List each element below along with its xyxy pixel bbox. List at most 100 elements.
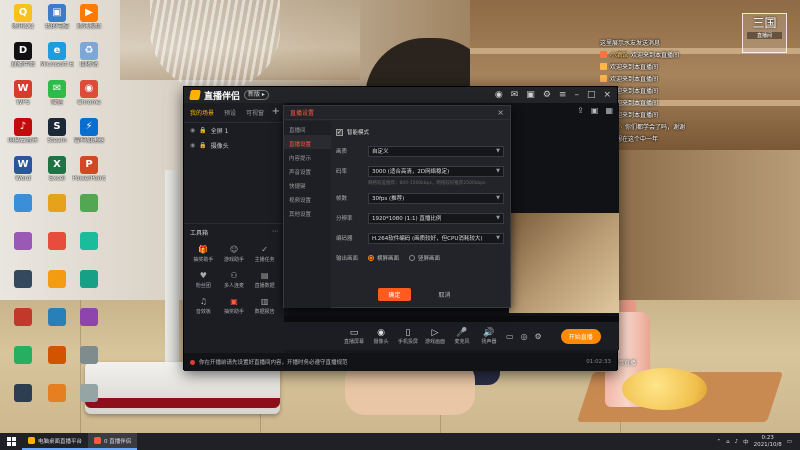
settings-nav-item[interactable]: 直播间 bbox=[284, 121, 331, 135]
ime-icon[interactable]: 中 bbox=[743, 438, 749, 446]
desktop-icon[interactable]: W Word bbox=[6, 156, 40, 182]
record-icon[interactable]: ▣ bbox=[591, 106, 599, 115]
tool-item[interactable]: ♫ 音效板 bbox=[188, 295, 219, 316]
settings-select[interactable]: 3000 (适合高清，2D网络稳定) ▼ bbox=[368, 165, 504, 177]
settings-nav-item[interactable]: 视频设置 bbox=[284, 191, 331, 205]
notification-icon[interactable]: ▭ bbox=[787, 439, 792, 445]
desktop-icon[interactable] bbox=[72, 384, 106, 403]
desktop-icon[interactable]: ▣ 我的电脑 bbox=[40, 4, 74, 30]
camera-preview[interactable] bbox=[509, 213, 619, 313]
desktop-icon[interactable]: ◉ Chrome bbox=[72, 80, 106, 106]
tool-item[interactable]: 🎁 抽奖助手 bbox=[188, 243, 219, 264]
tool-item[interactable]: ▥ 数据报告 bbox=[249, 295, 280, 316]
source-button[interactable]: ▭ 直播屏幕 bbox=[344, 328, 364, 345]
network-icon[interactable]: ⌂ bbox=[726, 439, 730, 445]
desktop-icon[interactable] bbox=[6, 232, 40, 251]
desktop-icon[interactable]: X Excel bbox=[40, 156, 74, 182]
desktop-icon[interactable] bbox=[6, 384, 40, 403]
desktop-icon[interactable] bbox=[72, 232, 106, 251]
layout-icon[interactable]: ▦ bbox=[605, 106, 613, 115]
gear-icon[interactable]: ⚙ bbox=[535, 332, 542, 341]
tray-chevron-icon[interactable]: ⌃ bbox=[716, 439, 721, 445]
source-button[interactable]: ▯ 手机投屏 bbox=[398, 328, 418, 345]
settings-select[interactable]: 30fps (推荐) ▼ bbox=[368, 192, 504, 204]
scene-tab[interactable]: 我的场景 bbox=[190, 108, 214, 117]
settings-select[interactable]: 自定义 ▼ bbox=[368, 145, 504, 157]
desktop-icon[interactable]: W WPS bbox=[6, 80, 40, 106]
desktop-icon[interactable]: Q 腾讯QQ bbox=[6, 4, 40, 30]
eye-icon[interactable]: ◉ bbox=[190, 127, 195, 134]
desktop-icon[interactable] bbox=[6, 308, 40, 327]
settings-nav-item[interactable]: 其他设置 bbox=[284, 205, 331, 219]
confirm-button[interactable]: 确定 bbox=[378, 288, 411, 301]
close-icon[interactable]: × bbox=[603, 90, 611, 100]
fullscreen-icon[interactable]: ▭ bbox=[506, 332, 514, 341]
desktop-icon[interactable] bbox=[72, 346, 106, 365]
share-icon[interactable]: ⇪ bbox=[577, 106, 584, 115]
app-titlebar[interactable]: 直播伴侣 新版 ▸ ◉ ✉ ▣ ⚙ ≡ – □ × bbox=[184, 87, 617, 103]
gift-icon[interactable]: ▣ bbox=[526, 90, 535, 100]
output-portrait-radio[interactable]: 竖屏画面 bbox=[409, 254, 440, 262]
more-tools-icon[interactable]: ⋯ bbox=[272, 228, 278, 237]
settings-select[interactable]: 1920*1080 (1:1) 直播比例 ▼ bbox=[368, 212, 504, 224]
scene-item[interactable]: ◉ 🔒 摄像头 bbox=[184, 138, 284, 153]
settings-icon[interactable]: ⚙ bbox=[543, 90, 551, 100]
settings-close-icon[interactable]: × bbox=[497, 108, 504, 117]
source-button[interactable]: ◉ 摄像头 bbox=[371, 328, 391, 345]
clock[interactable]: 0:23 2021/10/8 bbox=[754, 435, 782, 449]
scene-tab[interactable]: 可视窗 bbox=[246, 108, 264, 117]
desktop-icon[interactable] bbox=[6, 270, 40, 289]
desktop-icon[interactable] bbox=[72, 194, 106, 213]
lock-icon[interactable]: 🔒 bbox=[199, 142, 206, 149]
desktop-icon[interactable]: ✉ 微信 bbox=[40, 80, 74, 106]
desktop-icon[interactable] bbox=[40, 232, 74, 251]
desktop-icon[interactable]: ♪ 网易云音乐 bbox=[6, 118, 40, 144]
desktop-icon[interactable]: D 直播伴侣 bbox=[6, 42, 40, 68]
desktop-icon[interactable] bbox=[6, 194, 40, 213]
eye-icon[interactable]: ◉ bbox=[190, 142, 195, 149]
desktop-icon[interactable] bbox=[40, 346, 74, 365]
desktop-icon[interactable] bbox=[72, 308, 106, 327]
desktop-icon[interactable]: S Steam bbox=[40, 118, 74, 144]
volume-icon[interactable]: ♪ bbox=[735, 439, 739, 445]
desktop-icon[interactable] bbox=[72, 270, 106, 289]
settings-dialog[interactable]: 直播设置 × 直播间 直播设置 内容提示 声音设置 快捷键 视频设置 其他设置 ✓ 智能模式… bbox=[283, 105, 511, 308]
settings-select[interactable]: H.264软件编码 (画质较好，但CPU消耗较大) ▼ bbox=[368, 232, 504, 244]
desktop-icon[interactable] bbox=[40, 270, 74, 289]
desktop-icon[interactable]: ♻ 回收站 bbox=[72, 42, 106, 68]
output-landscape-radio[interactable]: 横屏画面 bbox=[368, 254, 399, 262]
source-button[interactable]: 🔊 扬声器 bbox=[479, 328, 499, 345]
smart-mode-checkbox[interactable]: ✓ bbox=[336, 128, 343, 136]
taskbar-app[interactable]: 电脑桌面直播平台 bbox=[22, 433, 89, 450]
eye-icon[interactable]: ◎ bbox=[521, 332, 528, 341]
tool-item[interactable]: ☺ 游戏助手 bbox=[219, 243, 250, 264]
settings-nav-item[interactable]: 内容提示 bbox=[284, 149, 331, 163]
minimize-icon[interactable]: – bbox=[574, 90, 579, 100]
maximize-icon[interactable]: □ bbox=[587, 90, 596, 100]
scene-tab[interactable]: 预设 bbox=[224, 108, 236, 117]
source-button[interactable]: 🎤 麦克风 bbox=[452, 328, 472, 345]
mail-icon[interactable]: ✉ bbox=[511, 90, 519, 100]
tool-item[interactable]: ⚇ 多人连麦 bbox=[219, 269, 250, 290]
smart-mode-row[interactable]: ✓ 智能模式 bbox=[336, 125, 504, 139]
add-scene-icon[interactable]: + bbox=[272, 106, 280, 117]
desktop-icon[interactable] bbox=[40, 194, 74, 213]
avatar-icon[interactable]: ◉ bbox=[495, 90, 503, 100]
desktop-icon[interactable]: eMicrosoft Edge bbox=[40, 42, 74, 68]
start-button[interactable] bbox=[0, 433, 22, 450]
start-live-button[interactable]: 开始直播 bbox=[560, 328, 601, 344]
scene-item[interactable]: ◉ 🔒 全屏 1 bbox=[184, 123, 284, 138]
desktop-icon[interactable]: ⚡ 雷神加速器 bbox=[72, 118, 106, 144]
tool-item[interactable]: ▤ 直播数据 bbox=[249, 269, 280, 290]
desktop-icon[interactable]: ▶ 腾讯视频 bbox=[72, 4, 106, 30]
desktop-icon[interactable] bbox=[40, 308, 74, 327]
version-badge[interactable]: 新版 ▸ bbox=[244, 90, 269, 100]
cancel-button[interactable]: 取消 bbox=[429, 288, 461, 301]
desktop-icon[interactable]: P PowerPoint bbox=[72, 156, 106, 182]
tool-item[interactable]: ♥ 粉丝团 bbox=[188, 269, 219, 290]
tool-item[interactable]: ▣ 抽奖助手 bbox=[219, 295, 250, 316]
lock-icon[interactable]: 🔒 bbox=[199, 127, 206, 134]
source-button[interactable]: ▷ 游戏画面 bbox=[425, 328, 445, 345]
desktop-icon[interactable] bbox=[40, 384, 74, 403]
tool-item[interactable]: ✓ 主播任务 bbox=[249, 243, 280, 264]
